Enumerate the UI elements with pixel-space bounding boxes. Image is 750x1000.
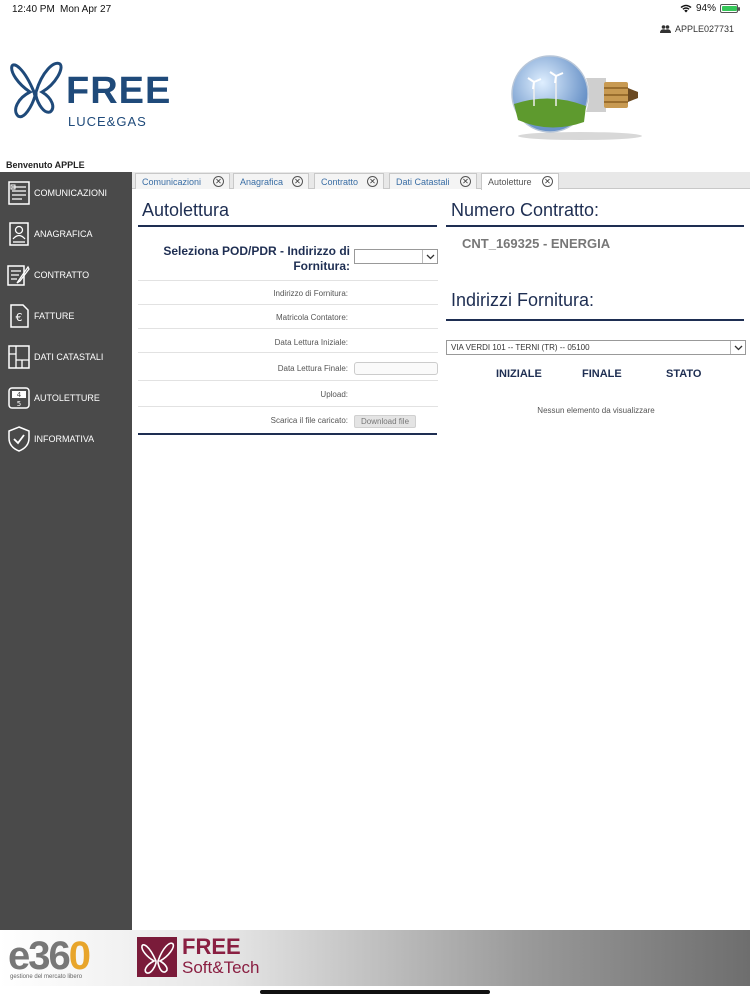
user-id: APPLE027731 [674, 24, 734, 34]
status-date: Mon Apr 27 [60, 4, 112, 15]
e360-logo: e360 [8, 934, 91, 979]
tab-anagrafica[interactable]: Anagrafica ✕ [233, 173, 309, 189]
lightbulb-icon [511, 55, 642, 140]
form-bottom-divider [138, 433, 437, 435]
butterfly-icon [141, 942, 175, 974]
title-divider [138, 225, 437, 227]
status-right: 94% [680, 3, 740, 14]
field-label: Data Lettura Iniziale: [274, 338, 348, 347]
e360-text: e360 [8, 934, 91, 978]
shield-check-icon [6, 425, 32, 453]
chevron-down-icon [730, 341, 745, 354]
sidebar-item-label: FATTURE [34, 311, 75, 321]
address-select-value: VIA VERDI 101 -- TERNI (TR) -- 05100 [451, 343, 590, 352]
wifi-icon [680, 4, 692, 13]
sidebar-item-autoletture[interactable]: 45 AUTOLETTURE [0, 379, 132, 417]
addresses-title-divider [446, 319, 744, 321]
addresses-title: Indirizzi Fornitura: [451, 290, 595, 310]
footer: e360 gestione del mercato libero FREE So… [0, 930, 750, 986]
tab-bar: Comunicazioni ✕ Anagrafica ✕ Contratto ✕… [132, 172, 750, 190]
svg-text:4: 4 [17, 391, 22, 399]
column-header-iniziale: INIZIALE [496, 368, 542, 380]
sidebar-item-label: AUTOLETTURE [34, 393, 100, 403]
field-row-data-iniziale: Data Lettura Iniziale: [138, 329, 438, 353]
sidebar-item-label: COMUNICAZIONI [34, 188, 107, 198]
contract-title-divider [446, 225, 744, 227]
autolettura-title: Autolettura [142, 200, 230, 220]
field-label: Data Lettura Finale: [277, 364, 348, 373]
sidebar-item-contratto[interactable]: CONTRATTO [0, 256, 132, 294]
tab-comunicazioni[interactable]: Comunicazioni ✕ [135, 173, 230, 189]
contract-title: Numero Contratto: [451, 200, 600, 220]
sidebar-item-comunicazioni[interactable]: COMUNICAZIONI [0, 174, 132, 212]
close-icon[interactable]: ✕ [213, 176, 224, 187]
pod-label: Seleziona POD/PDR - Indirizzo di Fornitu… [163, 244, 350, 273]
tab-label: Contratto [321, 176, 359, 187]
brand-free: FREE [66, 70, 172, 112]
tab-dati-catastali[interactable]: Dati Catastali ✕ [389, 173, 477, 189]
sidebar-item-fatture[interactable]: € FATTURE [0, 297, 132, 335]
app-root: 12:40 PM Mon Apr 27 94% APPLE027731 FREE… [0, 0, 750, 1000]
column-header-stato: STATO [666, 368, 702, 380]
cadastral-map-icon [6, 343, 32, 371]
document-list-icon [6, 179, 32, 207]
svg-text:€: € [16, 311, 23, 324]
sidebar-item-dati-catastali[interactable]: DATI CATASTALI [0, 338, 132, 376]
users-icon [659, 25, 671, 33]
field-row-matricola: Matricola Contatore: [138, 305, 438, 329]
field-row-upload: Upload: [138, 381, 438, 407]
sidebar-item-anagrafica[interactable]: ANAGRAFICA [0, 215, 132, 253]
field-label: Upload: [320, 390, 348, 399]
field-label: Indirizzo di Fornitura: [273, 289, 348, 298]
sidebar-item-label: INFORMATIVA [34, 434, 95, 444]
close-icon[interactable]: ✕ [542, 176, 553, 187]
close-icon[interactable]: ✕ [367, 176, 378, 187]
tab-autoletture[interactable]: Autoletture ✕ [481, 173, 559, 190]
contract-number: CNT_169325 - ENERGIA [462, 236, 611, 251]
status-bar: 12:40 PM Mon Apr 27 94% [0, 0, 750, 18]
field-label: Scarica il file caricato: [270, 416, 348, 425]
e360-tagline: gestione del mercato libero [10, 974, 83, 980]
tab-label: Dati Catastali [396, 176, 450, 187]
pod-select[interactable] [354, 249, 438, 264]
tab-label: Comunicazioni [142, 176, 202, 187]
tab-label: Anagrafica [240, 176, 284, 187]
sidebar-item-informativa[interactable]: INFORMATIVA [0, 420, 132, 458]
close-icon[interactable]: ✕ [292, 176, 303, 187]
field-label: Matricola Contatore: [275, 313, 348, 322]
free-luce-gas-logo[interactable]: FREE LUCE&GAS [8, 58, 178, 130]
home-indicator[interactable] [260, 990, 490, 994]
column-header-finale: FINALE [582, 368, 622, 380]
sidebar-item-label: DATI CATASTALI [34, 352, 104, 362]
tab-contratto[interactable]: Contratto ✕ [314, 173, 384, 189]
user-badge[interactable]: APPLE027731 [659, 24, 734, 34]
user-card-icon [6, 220, 32, 248]
meter-reading-icon: 45 [6, 384, 32, 412]
data-finale-input[interactable] [354, 362, 438, 375]
welcome-text: Benvenuto APPLE [6, 160, 85, 170]
empty-table-message: Nessun elemento da visualizzare [537, 406, 655, 415]
download-file-button[interactable]: Download file [354, 415, 416, 428]
status-time: 12:40 PM [12, 4, 55, 15]
chevron-down-icon [422, 250, 437, 263]
sidebar-item-label: CONTRATTO [34, 270, 90, 280]
tab-label: Autoletture [488, 177, 532, 187]
sidebar-item-label: ANAGRAFICA [34, 229, 93, 239]
field-row-indirizzo: Indirizzo di Fornitura: [138, 281, 438, 305]
battery-fill [722, 6, 738, 11]
address-select[interactable]: VIA VERDI 101 -- TERNI (TR) -- 05100 [446, 340, 746, 355]
fst-tagline: Soft&Tech [182, 958, 260, 977]
battery-percent: 94% [695, 3, 716, 14]
battery-icon [720, 4, 740, 13]
sidebar: COMUNICAZIONI ANAGRAFICA CONTRATTO € FAT… [0, 172, 132, 930]
svg-text:5: 5 [17, 400, 21, 408]
contract-pen-icon [6, 261, 32, 289]
euro-invoice-icon: € [6, 302, 32, 330]
brand-tagline: LUCE&GAS [68, 114, 147, 129]
butterfly-icon [10, 61, 63, 119]
fst-brand: FREE [182, 934, 241, 959]
free-soft-tech-logo-mark [137, 937, 177, 977]
close-icon[interactable]: ✕ [460, 176, 471, 187]
